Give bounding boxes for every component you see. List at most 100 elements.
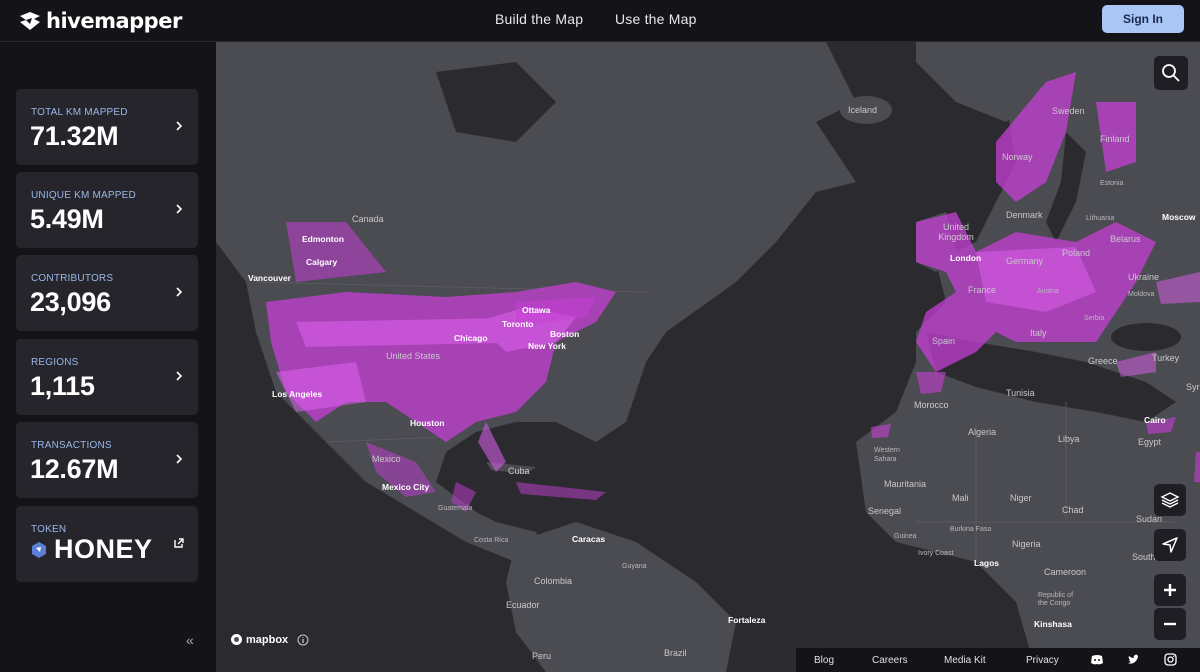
place-republic-of-the-congo: Republic of the Congo (1038, 592, 1074, 607)
place-chicago: Chicago (454, 333, 488, 343)
place-london: London (950, 253, 982, 263)
brand-name: hivemapper (46, 9, 182, 33)
stat-card-regions[interactable]: REGIONS 1,115 (16, 339, 198, 415)
place-finland: Finland (1100, 134, 1130, 144)
stat-card-total-km[interactable]: TOTAL KM MAPPED 71.32M (16, 89, 198, 165)
mapbox-attribution[interactable]: mapbox (230, 633, 309, 646)
place-egypt: Egypt (1138, 437, 1162, 447)
brand-logo[interactable]: hivemapper (18, 6, 182, 36)
place-vancouver: Vancouver (248, 273, 291, 283)
discord-icon[interactable] (1090, 654, 1104, 666)
place-austria: Austria (1037, 288, 1059, 295)
place-france: France (968, 285, 997, 295)
place-united-kingdom: United Kingdom (938, 222, 974, 242)
map-layers-button[interactable] (1154, 484, 1186, 516)
place-norway: Norway (1002, 152, 1033, 162)
token-card[interactable]: TOKEN HONEY (16, 506, 198, 582)
place-tunisia: Tunisia (1006, 388, 1035, 398)
place-syria: Syria (1186, 382, 1200, 392)
place-guyana: Guyana (622, 563, 647, 570)
footer-privacy-link[interactable]: Privacy (1026, 655, 1059, 666)
chevron-right-icon (176, 371, 183, 381)
token-value: HONEY (30, 534, 153, 565)
stat-label: REGIONS (31, 357, 79, 368)
stat-value: 71.32M (30, 121, 119, 151)
place-senegal: Senegal (868, 506, 902, 516)
location-arrow-icon (1162, 537, 1178, 553)
place-colombia: Colombia (534, 576, 573, 586)
place-serbia: Serbia (1084, 315, 1105, 322)
place-caracas: Caracas (572, 534, 606, 544)
minus-icon (1164, 622, 1176, 626)
place-mauritania: Mauritania (884, 479, 927, 489)
place-cameroon: Cameroon (1044, 567, 1087, 577)
sign-in-button[interactable]: Sign In (1102, 5, 1184, 33)
place-ukraine: Ukraine (1128, 272, 1160, 282)
place-guinea: Guinea (894, 533, 917, 540)
chevron-right-icon (176, 204, 183, 214)
place-lithuania: Lithuania (1086, 215, 1115, 222)
stat-card-transactions[interactable]: TRANSACTIONS 12.67M (16, 422, 198, 498)
mapbox-logo-icon (231, 634, 242, 645)
place-greece: Greece (1088, 356, 1118, 366)
place-ottawa: Ottawa (522, 305, 551, 315)
place-edmonton: Edmonton (302, 234, 345, 244)
stat-label: TRANSACTIONS (31, 440, 112, 451)
place-mexico: Mexico (372, 454, 401, 464)
place-fortaleza: Fortaleza (728, 615, 766, 625)
stat-value: 23,096 (30, 287, 111, 317)
collapse-sidebar-button[interactable]: « (186, 632, 194, 648)
nav-use-the-map[interactable]: Use the Map (615, 11, 697, 27)
place-costa-rica: Costa Rica (474, 537, 509, 544)
place-calgary: Calgary (306, 257, 338, 267)
place-houston: Houston (410, 418, 445, 428)
stat-value: 12.67M (30, 454, 119, 484)
place-cuba: Cuba (508, 466, 530, 476)
honey-token-icon (32, 541, 46, 558)
instagram-icon[interactable] (1164, 653, 1177, 666)
stat-label: TOTAL KM MAPPED (31, 107, 128, 118)
place-new-york: New York (528, 341, 566, 351)
place-boston: Boston (550, 329, 580, 339)
twitter-icon[interactable] (1127, 654, 1140, 666)
place-kinshasa: Kinshasa (1034, 619, 1072, 629)
place-burkina-faso: Burkina Faso (950, 526, 992, 533)
place-mexico-city: Mexico City (382, 482, 430, 492)
stat-label: CONTRIBUTORS (31, 273, 114, 284)
place-toronto: Toronto (502, 319, 534, 329)
place-united-states: United States (386, 351, 441, 361)
footer-blog-link[interactable]: Blog (814, 655, 834, 666)
place-estonia: Estonia (1100, 180, 1124, 187)
plus-icon (1164, 584, 1176, 596)
place-niger: Niger (1010, 493, 1032, 503)
place-ivory-coast: Ivory Coast (918, 550, 954, 557)
place-peru: Peru (532, 651, 552, 661)
footer-media-kit-link[interactable]: Media Kit (944, 655, 986, 666)
mapbox-label: mapbox (246, 633, 289, 646)
external-link-icon (174, 538, 184, 548)
map-zoom-out-button[interactable] (1154, 608, 1186, 640)
place-guatemala: Guatemala (438, 505, 473, 512)
stat-value: 5.49M (30, 204, 104, 234)
place-nigeria: Nigeria (1012, 539, 1041, 549)
map-search-button[interactable] (1154, 56, 1188, 90)
nav-build-the-map[interactable]: Build the Map (495, 11, 583, 27)
map-zoom-in-button[interactable] (1154, 574, 1186, 606)
footer-careers-link[interactable]: Careers (872, 655, 908, 666)
place-morocco: Morocco (914, 400, 949, 410)
place-los-angeles: Los Angeles (272, 389, 323, 399)
stat-value: 1,115 (30, 371, 95, 401)
stat-card-unique-km[interactable]: UNIQUE KM MAPPED 5.49M (16, 172, 198, 248)
place-moldova: Moldova (1128, 291, 1155, 298)
place-lagos: Lagos (974, 558, 1000, 568)
info-icon[interactable] (297, 634, 309, 646)
place-belarus: Belarus (1110, 234, 1141, 244)
map-locate-button[interactable] (1154, 529, 1186, 561)
map-canvas[interactable]: Iceland Sweden Finland Norway Estonia De… (216, 42, 1200, 672)
place-denmark: Denmark (1006, 210, 1043, 220)
place-ecuador: Ecuador (506, 600, 540, 610)
token-name: HONEY (54, 534, 153, 564)
chevron-right-icon (176, 121, 183, 131)
stat-card-contributors[interactable]: CONTRIBUTORS 23,096 (16, 255, 198, 331)
place-brazil: Brazil (664, 648, 687, 658)
